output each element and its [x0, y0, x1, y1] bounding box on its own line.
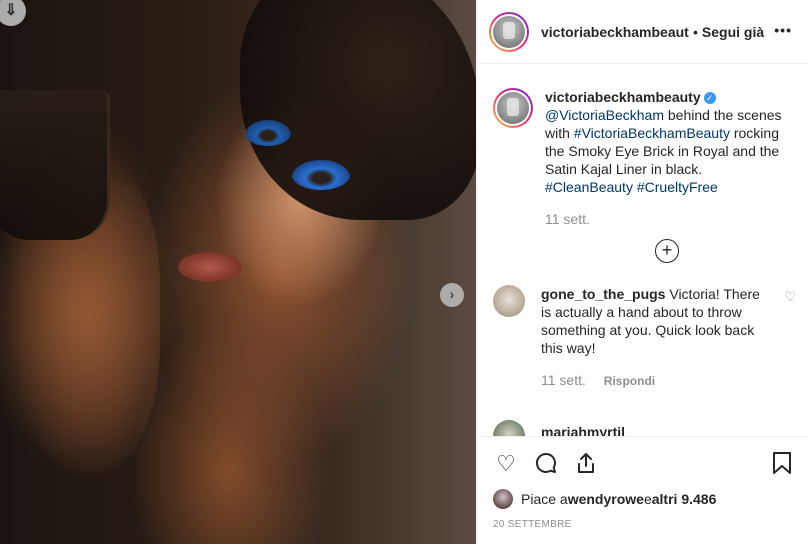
more-options-icon[interactable]: •••	[774, 22, 792, 38]
post-header: victoriabeckhambeauty • Segui già •••	[477, 0, 808, 64]
post-photo[interactable]: ⇓ ›	[0, 0, 476, 544]
photo-mirror	[0, 90, 110, 240]
comment: gone_to_the_pugs Victoria! There is actu…	[477, 263, 808, 390]
photo-eye	[245, 120, 291, 146]
avatar[interactable]	[493, 489, 513, 509]
bookmark-icon[interactable]	[769, 451, 795, 477]
heart-icon[interactable]: ♡	[784, 289, 796, 305]
comment-time: 11 sett.	[541, 372, 586, 388]
caption: victoriabeckhambeauty ✓ @VictoriaBeckham …	[477, 64, 808, 263]
share-icon[interactable]	[573, 451, 599, 477]
avatar[interactable]	[493, 285, 525, 317]
caption-mention[interactable]: @VictoriaBeckham	[545, 107, 664, 123]
chevron-right-icon[interactable]: ›	[440, 283, 464, 307]
download-icon[interactable]: ⇓	[0, 0, 26, 26]
likes-count[interactable]: altri 9.486	[652, 491, 717, 507]
comment-username[interactable]: gone_to_the_pugs	[541, 286, 665, 302]
heart-icon[interactable]: ♡	[493, 451, 519, 477]
photo-eye	[292, 160, 350, 190]
caption-hashtag[interactable]: #CrueltyFree	[637, 179, 718, 195]
likes-summary: Piace a wendyrowe e altri 9.486	[493, 489, 716, 509]
avatar[interactable]	[493, 88, 533, 128]
following-button[interactable]: Segui già	[702, 24, 764, 40]
verified-badge-icon: ✓	[703, 92, 716, 104]
comment-icon[interactable]	[533, 451, 559, 477]
likes-middle: e	[643, 491, 652, 507]
likes-user[interactable]: wendyrowe	[568, 491, 644, 507]
post-side-panel: victoriabeckhambeauty • Segui già ••• vi…	[476, 0, 808, 544]
post-date[interactable]: 20 SETTEMBRE	[493, 519, 572, 530]
avatar[interactable]	[489, 11, 529, 52]
caption-hashtag[interactable]: #VictoriaBeckhamBeauty	[574, 125, 730, 141]
caption-username[interactable]: victoriabeckhambeauty	[545, 89, 701, 105]
caption-text: victoriabeckhambeauty ✓ @VictoriaBeckham …	[545, 88, 792, 196]
likes-prefix: Piace a	[521, 491, 568, 507]
photo-hair	[240, 0, 476, 220]
caption-hashtag[interactable]: #CleanBeauty	[545, 179, 633, 195]
separator-dot: •	[693, 23, 698, 40]
photo-lips	[178, 252, 242, 282]
load-more-comments-icon[interactable]: +	[655, 239, 679, 263]
caption-time: 11 sett.	[545, 211, 590, 227]
header-username[interactable]: victoriabeckhambeauty	[541, 24, 689, 40]
post-actions: ♡ Piace a wendyrowe e altri 9.486 20 SET…	[477, 436, 808, 544]
reply-button[interactable]: Rispondi	[604, 374, 655, 388]
